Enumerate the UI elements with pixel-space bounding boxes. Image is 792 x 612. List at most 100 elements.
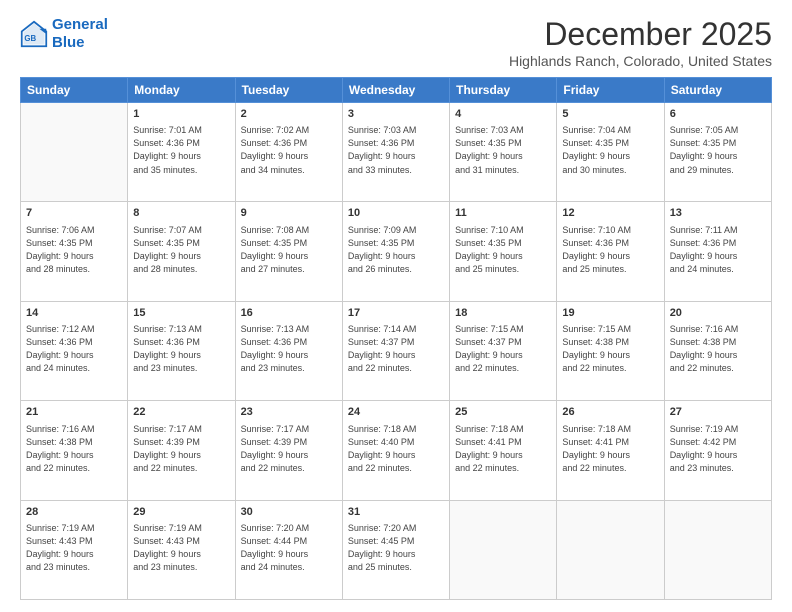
calendar-week-4: 21Sunrise: 7:16 AM Sunset: 4:38 PM Dayli… (21, 401, 772, 500)
day-number: 5 (562, 107, 658, 122)
calendar-cell: 10 Sunrise: 7:09 AM Sunset: 4:35 PM Dayli… (342, 202, 449, 301)
calendar-header-saturday: Saturday (664, 78, 771, 103)
day-info: Sunrise: 7:15 AM Sunset: 4:37 PM Dayligh… (455, 323, 551, 375)
page: GB General Blue December 2025 Highlands … (0, 0, 792, 612)
calendar-cell: 5 Sunrise: 7:04 AM Sunset: 4:35 PM Daylig… (557, 103, 664, 202)
day-number: 20 (670, 306, 766, 321)
header: GB General Blue December 2025 Highlands … (20, 16, 772, 69)
day-info: Sunrise: 7:19 AM Sunset: 4:43 PM Dayligh… (26, 522, 122, 574)
day-number: 10 (348, 206, 444, 221)
calendar-cell: 31Sunrise: 7:20 AM Sunset: 4:45 PM Dayli… (342, 500, 449, 599)
day-number: 1 (133, 107, 229, 122)
day-number: 26 (562, 405, 658, 420)
day-number: 24 (348, 405, 444, 420)
day-info: Sunrise: 7:09 AM Sunset: 4:35 PM Dayligh… (348, 224, 444, 276)
logo-icon: GB (20, 20, 48, 48)
calendar-cell: 4 Sunrise: 7:03 AM Sunset: 4:35 PM Daylig… (450, 103, 557, 202)
calendar-cell: 20 Sunrise: 7:16 AM Sunset: 4:38 PM Dayli… (664, 301, 771, 400)
day-number: 18 (455, 306, 551, 321)
calendar-cell: 2Sunrise: 7:02 AM Sunset: 4:36 PM Daylig… (235, 103, 342, 202)
day-number: 31 (348, 505, 444, 520)
day-number: 9 (241, 206, 337, 221)
day-info: Sunrise: 7:01 AM Sunset: 4:36 PM Dayligh… (133, 124, 229, 176)
logo-text: General Blue (52, 16, 108, 52)
calendar-cell: 6 Sunrise: 7:05 AM Sunset: 4:35 PM Daylig… (664, 103, 771, 202)
day-number: 17 (348, 306, 444, 321)
logo-line1: General (52, 16, 108, 33)
calendar-cell: 9 Sunrise: 7:08 AM Sunset: 4:35 PM Daylig… (235, 202, 342, 301)
day-number: 12 (562, 206, 658, 221)
calendar-cell: 21Sunrise: 7:16 AM Sunset: 4:38 PM Dayli… (21, 401, 128, 500)
calendar-cell: 28Sunrise: 7:19 AM Sunset: 4:43 PM Dayli… (21, 500, 128, 599)
calendar-cell: 7Sunrise: 7:06 AM Sunset: 4:35 PM Daylig… (21, 202, 128, 301)
day-number: 19 (562, 306, 658, 321)
day-info: Sunrise: 7:19 AM Sunset: 4:43 PM Dayligh… (133, 522, 229, 574)
day-info: Sunrise: 7:04 AM Sunset: 4:35 PM Dayligh… (562, 124, 658, 176)
calendar-table: SundayMondayTuesdayWednesdayThursdayFrid… (20, 77, 772, 600)
day-number: 4 (455, 107, 551, 122)
day-number: 16 (241, 306, 337, 321)
calendar-cell (21, 103, 128, 202)
day-info: Sunrise: 7:10 AM Sunset: 4:35 PM Dayligh… (455, 224, 551, 276)
calendar-cell (557, 500, 664, 599)
calendar-cell: 3Sunrise: 7:03 AM Sunset: 4:36 PM Daylig… (342, 103, 449, 202)
day-number: 6 (670, 107, 766, 122)
day-info: Sunrise: 7:08 AM Sunset: 4:35 PM Dayligh… (241, 224, 337, 276)
day-info: Sunrise: 7:17 AM Sunset: 4:39 PM Dayligh… (133, 423, 229, 475)
calendar-header-tuesday: Tuesday (235, 78, 342, 103)
calendar-cell: 30 Sunrise: 7:20 AM Sunset: 4:44 PM Dayli… (235, 500, 342, 599)
day-info: Sunrise: 7:16 AM Sunset: 4:38 PM Dayligh… (670, 323, 766, 375)
month-title: December 2025 (509, 16, 772, 53)
day-info: Sunrise: 7:07 AM Sunset: 4:35 PM Dayligh… (133, 224, 229, 276)
day-info: Sunrise: 7:02 AM Sunset: 4:36 PM Dayligh… (241, 124, 337, 176)
day-info: Sunrise: 7:13 AM Sunset: 4:36 PM Dayligh… (133, 323, 229, 375)
day-info: Sunrise: 7:18 AM Sunset: 4:41 PM Dayligh… (455, 423, 551, 475)
calendar-cell: 15 Sunrise: 7:13 AM Sunset: 4:36 PM Dayli… (128, 301, 235, 400)
calendar-cell: 25Sunrise: 7:18 AM Sunset: 4:41 PM Dayli… (450, 401, 557, 500)
day-number: 8 (133, 206, 229, 221)
calendar-header-wednesday: Wednesday (342, 78, 449, 103)
calendar-cell: 17 Sunrise: 7:14 AM Sunset: 4:37 PM Dayli… (342, 301, 449, 400)
day-number: 29 (133, 505, 229, 520)
calendar-header-row: SundayMondayTuesdayWednesdayThursdayFrid… (21, 78, 772, 103)
day-number: 7 (26, 206, 122, 221)
logo-line2: Blue (52, 34, 85, 51)
day-number: 15 (133, 306, 229, 321)
calendar-cell: 14Sunrise: 7:12 AM Sunset: 4:36 PM Dayli… (21, 301, 128, 400)
day-info: Sunrise: 7:03 AM Sunset: 4:35 PM Dayligh… (455, 124, 551, 176)
day-number: 27 (670, 405, 766, 420)
day-info: Sunrise: 7:13 AM Sunset: 4:36 PM Dayligh… (241, 323, 337, 375)
day-number: 13 (670, 206, 766, 221)
day-number: 21 (26, 405, 122, 420)
calendar-cell: 27 Sunrise: 7:19 AM Sunset: 4:42 PM Dayli… (664, 401, 771, 500)
calendar-cell: 11Sunrise: 7:10 AM Sunset: 4:35 PM Dayli… (450, 202, 557, 301)
day-info: Sunrise: 7:14 AM Sunset: 4:37 PM Dayligh… (348, 323, 444, 375)
calendar-header-sunday: Sunday (21, 78, 128, 103)
day-number: 3 (348, 107, 444, 122)
calendar-cell: 22 Sunrise: 7:17 AM Sunset: 4:39 PM Dayli… (128, 401, 235, 500)
title-block: December 2025 Highlands Ranch, Colorado,… (509, 16, 772, 69)
day-info: Sunrise: 7:10 AM Sunset: 4:36 PM Dayligh… (562, 224, 658, 276)
day-number: 30 (241, 505, 337, 520)
day-info: Sunrise: 7:20 AM Sunset: 4:44 PM Dayligh… (241, 522, 337, 574)
calendar-week-3: 14Sunrise: 7:12 AM Sunset: 4:36 PM Dayli… (21, 301, 772, 400)
day-info: Sunrise: 7:12 AM Sunset: 4:36 PM Dayligh… (26, 323, 122, 375)
day-info: Sunrise: 7:18 AM Sunset: 4:41 PM Dayligh… (562, 423, 658, 475)
day-info: Sunrise: 7:19 AM Sunset: 4:42 PM Dayligh… (670, 423, 766, 475)
day-info: Sunrise: 7:15 AM Sunset: 4:38 PM Dayligh… (562, 323, 658, 375)
day-number: 23 (241, 405, 337, 420)
location-subtitle: Highlands Ranch, Colorado, United States (509, 53, 772, 69)
calendar-cell: 19 Sunrise: 7:15 AM Sunset: 4:38 PM Dayli… (557, 301, 664, 400)
day-info: Sunrise: 7:05 AM Sunset: 4:35 PM Dayligh… (670, 124, 766, 176)
day-number: 22 (133, 405, 229, 420)
calendar-cell: 18 Sunrise: 7:15 AM Sunset: 4:37 PM Dayli… (450, 301, 557, 400)
calendar-cell: 1 Sunrise: 7:01 AM Sunset: 4:36 PM Daylig… (128, 103, 235, 202)
logo: GB General Blue (20, 16, 108, 52)
day-info: Sunrise: 7:17 AM Sunset: 4:39 PM Dayligh… (241, 423, 337, 475)
calendar-cell: 16 Sunrise: 7:13 AM Sunset: 4:36 PM Dayli… (235, 301, 342, 400)
calendar-cell: 24 Sunrise: 7:18 AM Sunset: 4:40 PM Dayli… (342, 401, 449, 500)
calendar-header-thursday: Thursday (450, 78, 557, 103)
calendar-week-2: 7Sunrise: 7:06 AM Sunset: 4:35 PM Daylig… (21, 202, 772, 301)
calendar-cell (664, 500, 771, 599)
day-info: Sunrise: 7:18 AM Sunset: 4:40 PM Dayligh… (348, 423, 444, 475)
